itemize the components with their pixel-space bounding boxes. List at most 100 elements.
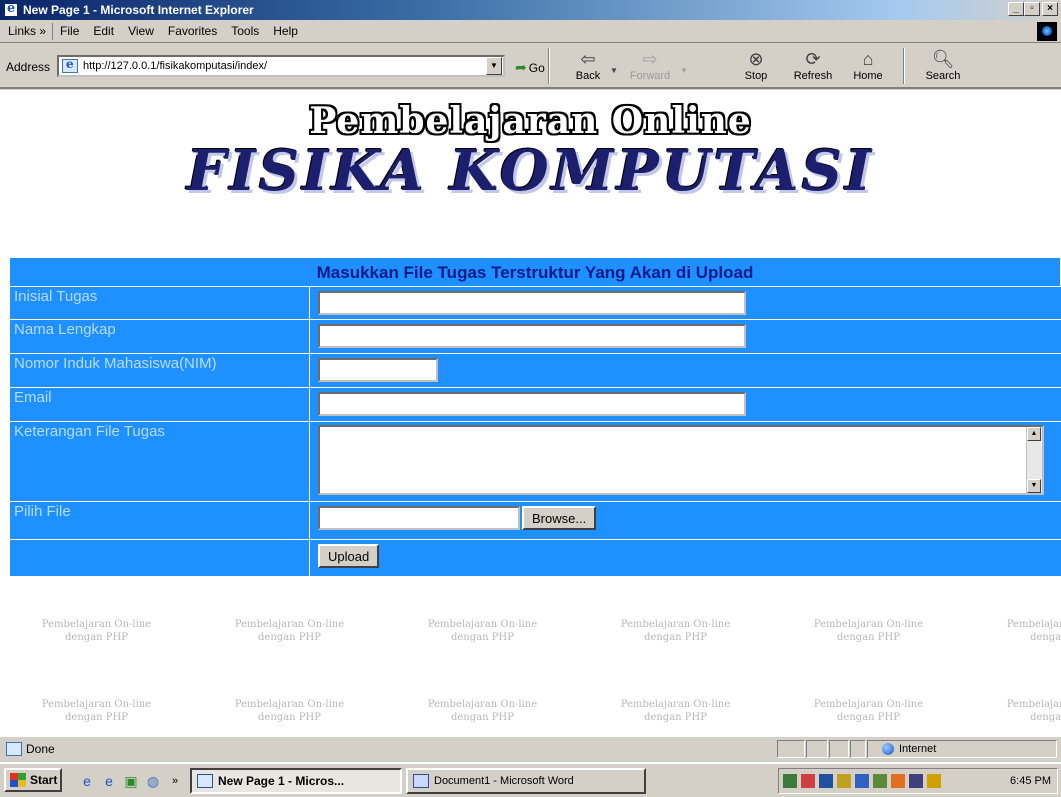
address-value: http://127.0.0.1/fisikakomputasi/index/	[83, 60, 268, 72]
start-button[interactable]: Start	[4, 768, 62, 792]
forward-button[interactable]: ⇨ Forward	[622, 48, 678, 86]
email-input[interactable]	[318, 392, 746, 416]
tray-app-icon-2[interactable]	[819, 774, 833, 788]
refresh-icon: ⟳	[805, 49, 821, 69]
window-titlebar[interactable]: New Page 1 - Microsoft Internet Explorer…	[0, 0, 1061, 20]
ie-task-icon	[197, 774, 213, 788]
tray-app-icon[interactable]	[801, 774, 815, 788]
label-empty	[10, 540, 310, 577]
menu-tools[interactable]: Tools	[224, 24, 266, 38]
upload-form: Masukkan File Tugas Terstruktur Yang Aka…	[9, 257, 1061, 577]
watermark: Pembelajaran On-linedengan PHP	[234, 619, 345, 643]
nama-lengkap-input[interactable]	[318, 324, 746, 348]
menu-edit[interactable]: Edit	[86, 24, 121, 38]
minimize-button[interactable]: _	[1008, 2, 1024, 16]
status-pane	[806, 740, 828, 758]
textarea-scrollbar[interactable]: ▲ ▼	[1026, 427, 1042, 493]
status-pane	[777, 740, 805, 758]
address-input[interactable]: http://127.0.0.1/fisikakomputasi/index/	[57, 55, 505, 77]
menu-favorites[interactable]: Favorites	[161, 24, 224, 38]
security-zone[interactable]: Internet	[867, 740, 1057, 758]
stop-button[interactable]: ⊗ Stop	[728, 48, 784, 86]
watermark: Pembelajaran On-linedengan PHP	[813, 619, 924, 643]
keterangan-textarea[interactable]: ▲ ▼	[318, 425, 1044, 495]
tray-app-icon-4[interactable]	[855, 774, 869, 788]
go-button[interactable]: ➦ Go	[515, 59, 545, 76]
toolbar: Address http://127.0.0.1/fisikakomputasi…	[0, 44, 1061, 89]
task-ie-window[interactable]: New Page 1 - Micros...	[190, 768, 402, 794]
row-nama-lengkap: Nama Lengkap	[9, 320, 1061, 354]
ie-quicklaunch-icon-2[interactable]: e	[100, 772, 118, 790]
clock[interactable]: 6:45 PM	[1010, 775, 1051, 787]
toolbar-separator-2	[903, 48, 905, 84]
tray-app-icon-7[interactable]	[909, 774, 923, 788]
label-nama-lengkap: Nama Lengkap	[10, 320, 310, 354]
address-dropdown-button[interactable]: ▼	[486, 57, 502, 75]
field-cell	[310, 388, 1061, 422]
word-task-icon	[413, 774, 429, 788]
task-word-window[interactable]: Document1 - Microsoft Word	[406, 768, 646, 794]
page-done-icon	[6, 741, 22, 756]
watermark: Pembelajaran On-linedengan PHP	[620, 699, 731, 723]
search-label: Search	[925, 70, 961, 82]
ie-throbber-icon	[1037, 22, 1057, 41]
home-icon: ⌂	[862, 49, 874, 69]
status-pane	[850, 740, 866, 758]
watermark: Pembelajaran On-linedengan PHP	[1006, 619, 1061, 643]
network-icon[interactable]	[783, 774, 797, 788]
tray-app-icon-6[interactable]	[891, 774, 905, 788]
status-text: Done	[26, 741, 55, 756]
upload-button[interactable]: Upload	[318, 544, 380, 568]
browse-button[interactable]: Browse...	[522, 506, 597, 530]
form-heading: Masukkan File Tugas Terstruktur Yang Aka…	[9, 257, 1061, 287]
field-cell	[310, 320, 1061, 354]
menu-view[interactable]: View	[121, 24, 161, 38]
scroll-up-arrow-icon[interactable]: ▲	[1027, 427, 1041, 441]
search-icon: 🔍︎	[931, 49, 955, 69]
forward-dropdown-icon[interactable]: ▼	[680, 66, 688, 75]
tray-app-icon-5[interactable]	[873, 774, 887, 788]
back-button[interactable]: ⇦ Back	[560, 48, 616, 86]
watermark-row: Pembelajaran On-linedengan PHP Pembelaja…	[0, 618, 1061, 644]
back-dropdown-icon[interactable]: ▼	[610, 66, 618, 75]
back-arrow-icon: ⇦	[580, 49, 596, 69]
menu-help[interactable]: Help	[266, 24, 305, 38]
more-quicklaunch-icon[interactable]: »	[166, 772, 184, 790]
scroll-down-arrow-icon[interactable]: ▼	[1027, 479, 1041, 493]
windows-logo-icon	[10, 773, 26, 787]
menu-bar: Links » File Edit View Favorites Tools H…	[0, 20, 1061, 43]
row-nim: Nomor Induk Mahasiswa(NIM)	[9, 354, 1061, 388]
home-button[interactable]: ⌂ Home	[840, 48, 896, 86]
ie-quicklaunch-icon[interactable]: e	[78, 772, 96, 790]
refresh-button[interactable]: ⟳ Refresh	[785, 48, 841, 86]
menu-file[interactable]: File	[53, 24, 86, 38]
tray-app-icon-3[interactable]	[837, 774, 851, 788]
watermark-row: Pembelajaran On-linedengan PHP Pembelaja…	[0, 698, 1061, 724]
go-arrow-icon: ➦	[515, 59, 527, 75]
volume-icon[interactable]	[927, 774, 941, 788]
field-cell	[310, 287, 1061, 320]
status-bar: Done Internet	[0, 736, 1061, 760]
search-button[interactable]: 🔍︎ Search	[915, 48, 971, 86]
address-label: Address	[6, 60, 51, 74]
forward-arrow-icon: ⇨	[642, 49, 658, 69]
label-keterangan: Keterangan File Tugas	[10, 422, 310, 502]
field-cell: ▲ ▼	[310, 422, 1061, 502]
show-desktop-icon[interactable]: ▣	[122, 772, 140, 790]
file-path-input[interactable]	[318, 506, 520, 530]
links-toolbar[interactable]: Links »	[0, 22, 54, 40]
inisial-tugas-input[interactable]	[318, 291, 746, 315]
label-nim: Nomor Induk Mahasiswa(NIM)	[10, 354, 310, 388]
field-cell	[310, 354, 1061, 388]
start-label: Start	[30, 773, 58, 787]
toolbar-separator	[548, 48, 550, 84]
row-inisial-tugas: Inisial Tugas	[9, 287, 1061, 320]
watermark: Pembelajaran On-linedengan PHP	[813, 699, 924, 723]
globe-icon	[882, 743, 894, 755]
outlook-icon[interactable]: ◍	[144, 772, 162, 790]
maximize-button[interactable]: ▫	[1024, 2, 1040, 16]
nim-input[interactable]	[318, 358, 438, 382]
watermark: Pembelajaran On-linedengan PHP	[620, 619, 731, 643]
close-button[interactable]: ×	[1042, 2, 1058, 16]
page-content: Pembelajaran Online FISIKA KOMPUTASI Pem…	[0, 90, 1061, 736]
